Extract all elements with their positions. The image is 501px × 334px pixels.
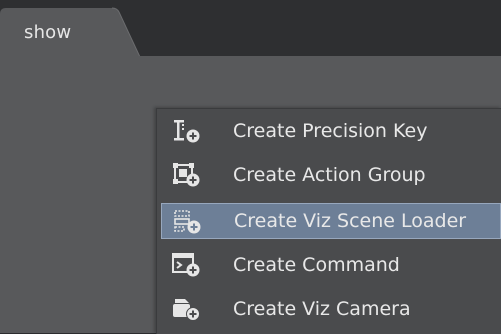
menu-item-create-viz-camera[interactable]: Create Viz Camera — [161, 291, 501, 327]
menu-item-label: Create Command — [233, 254, 400, 276]
scene-loader-icon — [174, 210, 201, 234]
menu-item-label: Create Precision Key — [233, 120, 428, 142]
context-menu: Create Precision Key Create Action Group… — [156, 108, 501, 334]
menu-item-create-command[interactable]: Create Command — [161, 247, 501, 283]
tab-show[interactable]: show — [24, 22, 71, 43]
camera-icon — [173, 299, 200, 321]
command-icon — [172, 253, 200, 277]
tab-shape — [0, 7, 141, 57]
action-group-icon — [173, 163, 200, 187]
menu-item-label: Create Viz Camera — [233, 298, 411, 320]
precision-key-icon — [174, 120, 200, 143]
menu-item-label: Create Action Group — [233, 164, 426, 186]
menu-item-create-viz-scene-loader[interactable]: Create Viz Scene Loader — [161, 203, 501, 239]
tab-strip: show — [0, 0, 501, 57]
menu-item-create-action-group[interactable]: Create Action Group — [161, 157, 501, 193]
menu-item-create-precision-key[interactable]: Create Precision Key — [161, 113, 501, 149]
menu-item-label: Create Viz Scene Loader — [234, 210, 467, 232]
